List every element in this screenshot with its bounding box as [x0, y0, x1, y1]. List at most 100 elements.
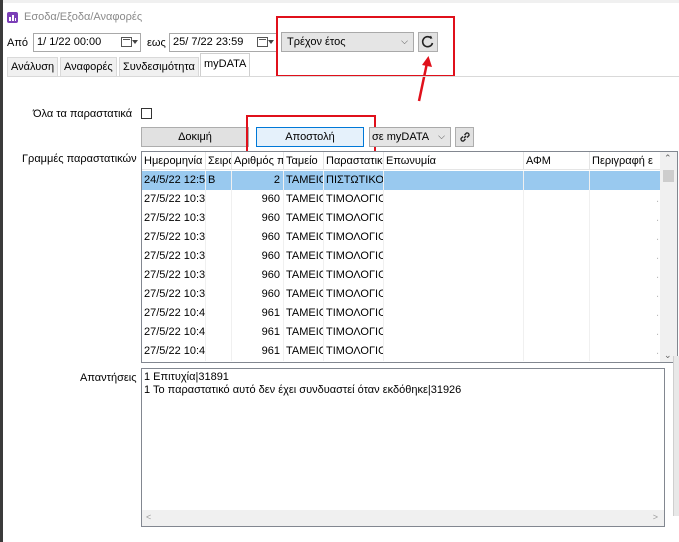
cell-date: 27/5/22 10:3 — [142, 228, 206, 247]
cell-description: . — [590, 323, 662, 342]
column-header-series[interactable]: Σειρά — [206, 152, 232, 170]
cell-description: . — [590, 304, 662, 323]
table-row[interactable]: 27/5/22 10:3 960 ΤΑΜΕΙΟ ΤΙΜΟΛΟΓΙΟ. — [142, 228, 662, 247]
column-header-vat[interactable]: ΑΦΜ — [524, 152, 590, 170]
cell-series — [206, 342, 232, 361]
all-documents-label: Όλα τα παραστατικά — [33, 108, 133, 120]
all-documents-checkbox[interactable] — [141, 108, 152, 119]
to-label: εως — [147, 37, 166, 49]
cell-date: 27/5/22 10:3 — [142, 247, 206, 266]
from-date-picker[interactable]: 1/ 1/22 00:00 — [33, 33, 141, 52]
cell-description: . — [590, 342, 662, 361]
tab-connectivity[interactable]: Συνδεσιμότητα — [119, 57, 199, 76]
cell-series — [206, 323, 232, 342]
cell-name — [384, 285, 524, 304]
answer-line: 1 Το παραστατικό αυτό δεν έχει συνδυαστε… — [144, 384, 462, 396]
calendar-dropdown-icon[interactable] — [119, 35, 139, 50]
grid-header: Ημερομηνία Σειρά Αριθμός π Ταμείο Παραστ… — [142, 152, 662, 170]
scroll-left-icon[interactable]: < — [146, 512, 151, 522]
test-button[interactable]: Δοκιμή — [141, 127, 249, 147]
cell-series — [206, 209, 232, 228]
from-label: Από — [7, 37, 29, 49]
answers-textbox[interactable]: 1 Επιτυχία|31891 1 Το παραστατικό αυτό δ… — [141, 368, 665, 527]
tab-panel-border — [7, 76, 679, 77]
cell-description — [590, 171, 662, 190]
cell-series — [206, 228, 232, 247]
column-header-name[interactable]: Επωνυμία — [384, 152, 524, 170]
cell-description: . — [590, 209, 662, 228]
cell-cashier: ΤΑΜΕΙΟ — [284, 209, 324, 228]
table-row[interactable]: 24/5/22 12:5 B 2 ΤΑΜΕΙΟ ΠΙΣΤΩΤΙΚΟ — [142, 171, 662, 190]
column-header-document[interactable]: Παραστατικό — [324, 152, 384, 170]
to-date-value: 25/ 7/22 23:59 — [173, 36, 244, 48]
from-date-value: 1/ 1/22 00:00 — [37, 36, 102, 48]
column-header-cashier[interactable]: Ταμείο — [284, 152, 324, 170]
cell-date: 24/5/22 12:5 — [142, 171, 206, 190]
cell-document: ΤΙΜΟΛΟΓΙΟ — [324, 266, 384, 285]
cell-description: . — [590, 266, 662, 285]
cell-name — [384, 304, 524, 323]
cell-number: 960 — [232, 190, 284, 209]
cell-description: . — [590, 228, 662, 247]
tab-reports[interactable]: Αναφορές — [60, 57, 117, 76]
cell-series — [206, 247, 232, 266]
table-row[interactable]: 27/5/22 10:3 960 ΤΑΜΕΙΟ ΤΙΜΟΛΟΓΙΟ. — [142, 266, 662, 285]
link-button[interactable] — [455, 127, 474, 147]
table-row[interactable]: 27/5/22 10:4 961 ΤΑΜΕΙΟ ΤΙΜΟΛΟΓΙΟ. — [142, 304, 662, 323]
cell-vat — [524, 285, 590, 304]
calendar-dropdown-icon[interactable] — [255, 35, 275, 50]
send-target-select[interactable]: σε myDATA ⌵ — [369, 127, 451, 147]
cell-document: ΤΙΜΟΛΟΓΙΟ — [324, 247, 384, 266]
cell-description: . — [590, 247, 662, 266]
column-header-date[interactable]: Ημερομηνία — [142, 152, 206, 170]
link-icon — [459, 132, 470, 142]
cell-cashier: ΤΑΜΕΙΟ — [284, 304, 324, 323]
cell-date: 27/5/22 10:4 — [142, 342, 206, 361]
scroll-up-icon[interactable]: ⌃ — [664, 153, 672, 164]
cell-number: 961 — [232, 304, 284, 323]
scroll-right-icon[interactable]: > — [653, 512, 658, 522]
cell-cashier: ΤΑΜΕΙΟ — [284, 323, 324, 342]
panel-scrollbar[interactable] — [673, 356, 679, 516]
cell-series — [206, 285, 232, 304]
annotation-arrow-icon — [417, 56, 432, 102]
table-row[interactable]: 27/5/22 10:4 961 ΤΑΜΕΙΟ ΤΙΜΟΛΟΓΙΟ. — [142, 342, 662, 361]
cell-vat — [524, 323, 590, 342]
window-title: Εσοδα/Εξοδα/Αναφορές — [24, 11, 143, 23]
cell-date: 27/5/22 10:3 — [142, 209, 206, 228]
window-left-edge — [0, 0, 3, 542]
document-lines-grid[interactable]: Ημερομηνία Σειρά Αριθμός π Ταμείο Παραστ… — [141, 151, 678, 363]
cell-number: 960 — [232, 247, 284, 266]
cell-document: ΤΙΜΟΛΟΓΙΟ — [324, 285, 384, 304]
answers-horizontal-scrollbar[interactable]: < > — [142, 510, 664, 526]
cell-series: B — [206, 171, 232, 190]
table-row[interactable]: 27/5/22 10:3 960 ΤΑΜΕΙΟ ΤΙΜΟΛΟΓΙΟ. — [142, 209, 662, 228]
scroll-down-icon[interactable]: ⌄ — [664, 350, 672, 361]
cell-number: 2 — [232, 171, 284, 190]
cell-vat — [524, 342, 590, 361]
cell-vat — [524, 190, 590, 209]
cell-document: ΤΙΜΟΛΟΓΙΟ — [324, 342, 384, 361]
table-row[interactable]: 27/5/22 10:3 960 ΤΑΜΕΙΟ ΤΙΜΟΛΟΓΙΟ. — [142, 285, 662, 304]
table-row[interactable]: 27/5/22 10:4 961 ΤΑΜΕΙΟ ΤΙΜΟΛΟΓΙΟ. — [142, 323, 662, 342]
grid-vertical-scrollbar[interactable]: ⌃ ⌄ — [660, 152, 677, 362]
cell-date: 27/5/22 10:3 — [142, 190, 206, 209]
to-date-picker[interactable]: 25/ 7/22 23:59 — [169, 33, 277, 52]
table-row[interactable]: 27/5/22 10:3 960 ΤΑΜΕΙΟ ΤΙΜΟΛΟΓΙΟ. — [142, 190, 662, 209]
cell-series — [206, 190, 232, 209]
column-header-number[interactable]: Αριθμός π — [232, 152, 284, 170]
cell-name — [384, 190, 524, 209]
cell-vat — [524, 247, 590, 266]
column-header-description[interactable]: Περιγραφή ε — [590, 152, 662, 170]
cell-description: . — [590, 285, 662, 304]
cell-vat — [524, 171, 590, 190]
scrollbar-thumb[interactable] — [663, 170, 674, 182]
tab-mydata[interactable]: myDATA — [200, 53, 251, 76]
send-target-value: σε myDATA — [372, 131, 430, 143]
cell-date: 27/5/22 10:4 — [142, 304, 206, 323]
cell-cashier: ΤΑΜΕΙΟ — [284, 285, 324, 304]
cell-date: 27/5/22 10:3 — [142, 266, 206, 285]
tab-analysis[interactable]: Ανάλυση — [7, 57, 59, 76]
table-row[interactable]: 27/5/22 10:3 960 ΤΑΜΕΙΟ ΤΙΜΟΛΟΓΙΟ. — [142, 247, 662, 266]
cell-name — [384, 247, 524, 266]
